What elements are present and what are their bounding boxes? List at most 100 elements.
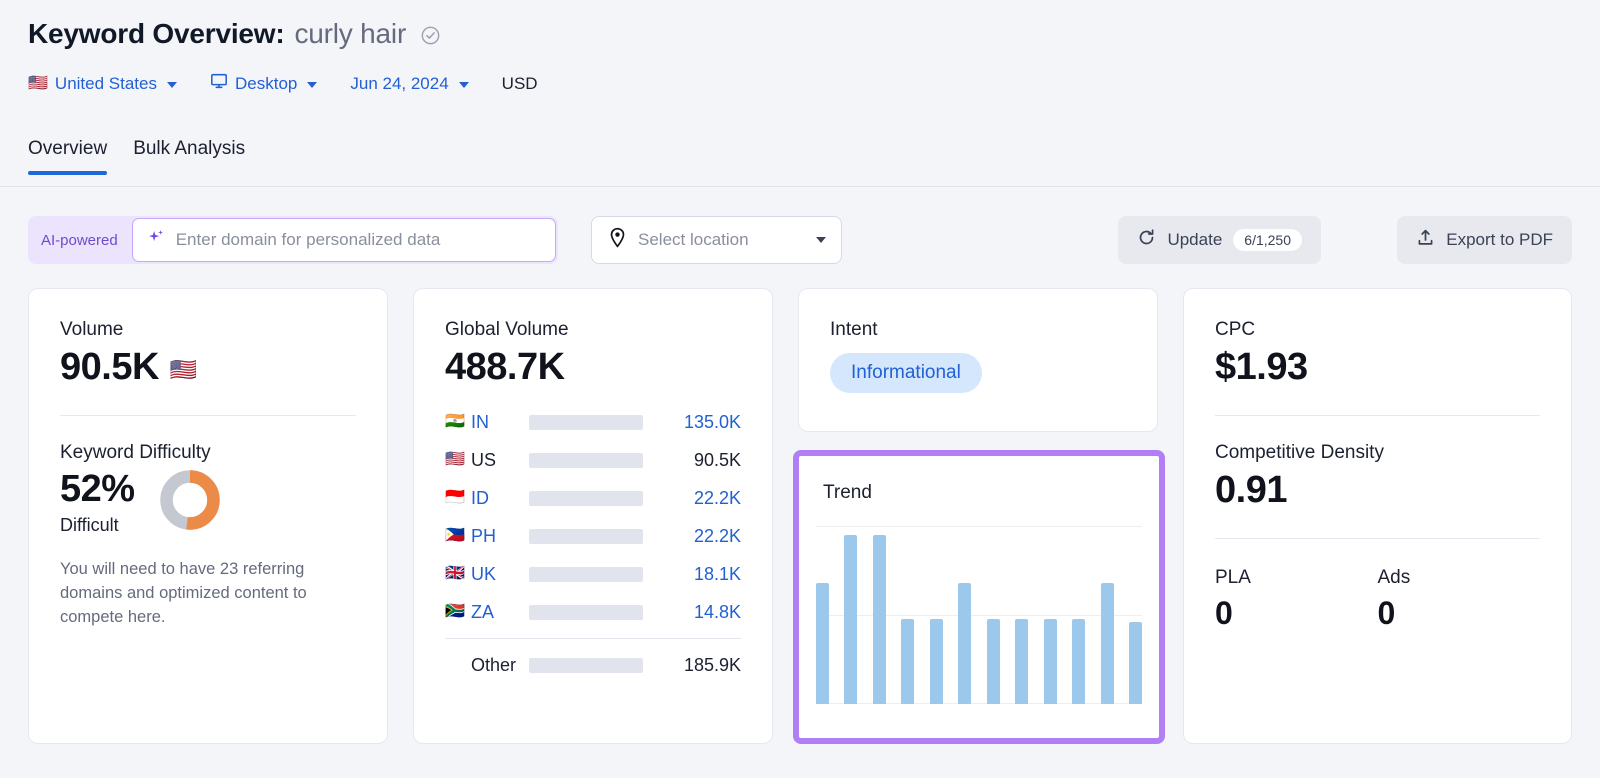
volume-value: 90.5K: [60, 346, 159, 389]
trend-bar: [987, 619, 1000, 704]
trend-bar: [844, 535, 857, 704]
difficulty-donut-chart: [159, 469, 221, 536]
trend-card: Trend: [793, 450, 1165, 744]
volume-value-row: 90.5K 🇺🇸: [60, 346, 356, 389]
trend-bar: [1129, 622, 1142, 704]
country-volume-value[interactable]: 14.8K: [659, 602, 741, 623]
intent-card: Intent Informational: [798, 288, 1158, 432]
volume-divider: [60, 415, 356, 416]
domain-input[interactable]: Enter domain for personalized data: [132, 218, 556, 262]
trend-bar: [873, 535, 886, 704]
global-volume-other-row: Other 185.9K: [445, 646, 741, 684]
competitive-density-label: Competitive Density: [1215, 442, 1540, 464]
tab-overview[interactable]: Overview: [28, 138, 107, 175]
keyword-difficulty-label: Keyword Difficulty: [60, 442, 356, 464]
global-volume-row[interactable]: 🇿🇦ZA 14.8K: [445, 593, 741, 631]
country-label: United States: [55, 74, 157, 94]
date-label: Jun 24, 2024: [350, 74, 448, 94]
country-code[interactable]: ZA: [471, 602, 529, 623]
volume-bar-track: [529, 415, 643, 430]
device-selector[interactable]: Desktop: [210, 72, 317, 95]
cpc-divider: [1215, 415, 1540, 416]
country-flag-icon: 🇮🇩: [445, 490, 471, 506]
domain-input-placeholder: Enter domain for personalized data: [176, 230, 441, 250]
trend-bar: [816, 583, 829, 704]
country-code[interactable]: ID: [471, 488, 529, 509]
country-flag-icon: 🇵🇭: [445, 528, 471, 544]
check-circle-icon: [421, 20, 440, 39]
global-volume-row[interactable]: 🇮🇳IN 135.0K: [445, 403, 741, 441]
country-flag-icon: 🇿🇦: [445, 604, 471, 620]
intent-chip[interactable]: Informational: [830, 353, 982, 393]
global-volume-row[interactable]: 🇬🇧UK18.1K: [445, 555, 741, 593]
tab-divider: [0, 186, 1600, 187]
keyword-difficulty-value: 52%: [60, 468, 135, 511]
chevron-down-icon: [459, 82, 469, 88]
volume-bar-track: [529, 529, 643, 544]
cpc-label: CPC: [1215, 319, 1540, 341]
trend-label: Trend: [823, 482, 1135, 504]
toolbar: AI-powered Enter domain for personalized…: [0, 216, 1600, 264]
global-volume-row[interactable]: 🇮🇩ID 22.2K: [445, 479, 741, 517]
chevron-down-icon: [307, 82, 317, 88]
global-volume-value: 488.7K: [445, 346, 741, 389]
competitive-density-value: 0.91: [1215, 469, 1540, 512]
filter-bar: 🇺🇸 United States Desktop Jun 24, 2024 US…: [28, 72, 571, 95]
trend-bar: [1072, 619, 1085, 704]
country-volume-value[interactable]: 22.2K: [659, 526, 741, 547]
chevron-down-icon: [167, 82, 177, 88]
page-title: Keyword Overview: curly hair: [28, 18, 440, 50]
volume-country-flag-icon: 🇺🇸: [170, 357, 197, 383]
pla-ads-row: PLA 0 Ads 0: [1215, 567, 1540, 632]
ads-label: Ads: [1378, 567, 1541, 589]
update-button[interactable]: Update 6/1,250: [1118, 216, 1321, 264]
pla-label: PLA: [1215, 567, 1378, 589]
export-pdf-button[interactable]: Export to PDF: [1397, 216, 1572, 264]
refresh-icon: [1137, 228, 1156, 252]
country-selector[interactable]: 🇺🇸 United States: [28, 74, 177, 94]
country-code[interactable]: PH: [471, 526, 529, 547]
export-label: Export to PDF: [1446, 230, 1553, 250]
volume-card: Volume 90.5K 🇺🇸 Keyword Difficulty 52% D…: [28, 288, 388, 744]
keyword-difficulty-row: 52% Difficult: [60, 468, 356, 536]
tab-bar: Overview Bulk Analysis: [28, 138, 245, 175]
other-bar-track: [529, 658, 643, 673]
sparkle-icon: [147, 228, 166, 252]
trend-bar-chart: [816, 526, 1142, 704]
country-code[interactable]: UK: [471, 564, 529, 585]
country-volume-value[interactable]: 22.2K: [659, 488, 741, 509]
upload-icon: [1416, 228, 1435, 252]
date-selector[interactable]: Jun 24, 2024: [350, 74, 468, 94]
ai-domain-group: AI-powered Enter domain for personalized…: [28, 216, 558, 264]
page-title-keyword: curly hair: [294, 18, 406, 50]
ai-powered-badge: AI-powered: [28, 232, 132, 249]
update-quota-badge: 6/1,250: [1233, 229, 1302, 251]
country-flag-icon: 🇮🇳: [445, 414, 471, 430]
global-volume-divider: [445, 638, 741, 639]
global-volume-row[interactable]: 🇺🇸US90.5K: [445, 441, 741, 479]
currency-label: USD: [502, 74, 538, 94]
global-volume-row[interactable]: 🇵🇭PH 22.2K: [445, 517, 741, 555]
tab-bulk-analysis[interactable]: Bulk Analysis: [133, 138, 245, 175]
country-code[interactable]: IN: [471, 412, 529, 433]
monitor-icon: [210, 72, 228, 95]
location-placeholder: Select location: [638, 230, 806, 250]
country-volume-value: 90.5K: [659, 450, 741, 471]
country-volume-value[interactable]: 135.0K: [659, 412, 741, 433]
chevron-down-icon: [816, 237, 826, 243]
country-flag-icon: 🇺🇸: [28, 76, 48, 92]
keyword-difficulty-word: Difficult: [60, 515, 135, 536]
ads-value: 0: [1378, 595, 1541, 632]
trend-bar: [930, 619, 943, 704]
global-volume-label: Global Volume: [445, 319, 741, 341]
pla-value: 0: [1215, 595, 1378, 632]
trend-bar: [1044, 619, 1057, 704]
country-volume-value[interactable]: 18.1K: [659, 564, 741, 585]
map-pin-icon: [607, 227, 628, 253]
keyword-difficulty-note: You will need to have 23 referring domai…: [60, 558, 356, 630]
location-selector[interactable]: Select location: [591, 216, 842, 264]
volume-bar-track: [529, 491, 643, 506]
density-divider: [1215, 538, 1540, 539]
country-flag-icon: 🇺🇸: [445, 452, 471, 468]
cpc-value: $1.93: [1215, 346, 1540, 389]
